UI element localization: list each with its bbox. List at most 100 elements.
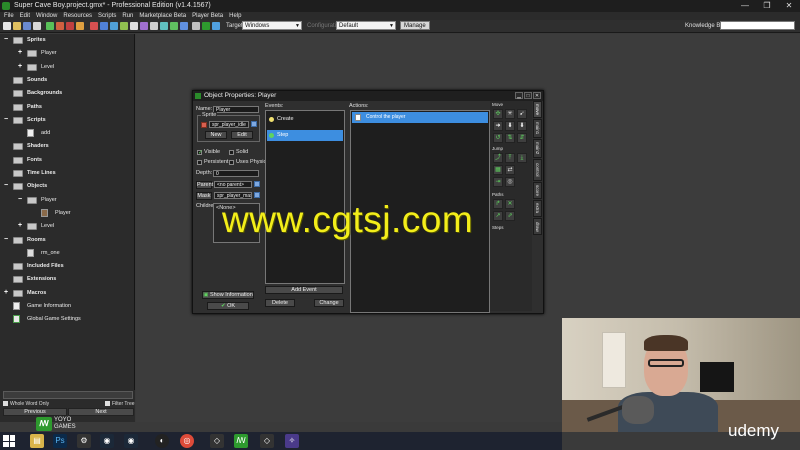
end-path-icon[interactable]: ✕ [505, 199, 515, 209]
path-position-icon[interactable]: ↗ [493, 211, 503, 221]
collapse-icon[interactable]: − [4, 35, 10, 45]
collapse-icon[interactable]: − [4, 235, 10, 245]
tab-move[interactable]: move [533, 101, 542, 118]
mask-picker-icon[interactable] [254, 192, 260, 198]
dialog-minimize-button[interactable]: ▁ [515, 92, 523, 99]
set-friction-icon[interactable]: ⇵ [517, 133, 527, 143]
sprite-field[interactable]: spr_player_idle [209, 121, 249, 128]
create-font-icon[interactable] [150, 22, 158, 30]
menu-item-player-beta[interactable]: Player Beta [192, 12, 223, 20]
reverse-vertical-icon[interactable]: ⇅ [505, 133, 515, 143]
tree-search-input[interactable] [3, 391, 133, 399]
move-free-icon[interactable]: ✳ [505, 109, 515, 119]
close-button[interactable]: ✕ [778, 0, 800, 12]
tab-draw[interactable]: draw [533, 218, 542, 235]
create-background-icon[interactable] [110, 22, 118, 30]
parent-picker-icon[interactable] [254, 181, 260, 187]
obs-icon[interactable]: ◐ [155, 434, 169, 448]
bounce-icon[interactable]: ◎ [505, 177, 515, 187]
menu-item-edit[interactable]: Edit [20, 12, 30, 20]
save-project-icon[interactable] [23, 22, 31, 30]
create-room-icon[interactable] [180, 22, 188, 30]
create-path-icon[interactable] [120, 22, 128, 30]
tab-main1[interactable]: main1 [533, 119, 542, 138]
minimize-button[interactable]: — [734, 0, 756, 12]
tab-main2[interactable]: main2 [533, 139, 542, 158]
run-icon[interactable] [46, 22, 54, 30]
file-explorer-icon[interactable]: ▤ [30, 434, 44, 448]
game-settings-icon[interactable] [192, 22, 200, 30]
open-project-icon[interactable] [13, 22, 21, 30]
tab-score[interactable]: score [533, 182, 542, 199]
align-to-grid-icon[interactable]: ▦ [493, 165, 503, 175]
maximize-button[interactable]: ❐ [756, 0, 778, 12]
name-field[interactable]: Player [213, 106, 259, 113]
expand-icon[interactable]: + [18, 48, 24, 58]
collapse-icon[interactable]: − [18, 195, 24, 205]
unity-alt-icon[interactable]: ◇ [260, 434, 274, 448]
jump-to-position-icon[interactable]: ⤴ [493, 153, 503, 163]
create-timeline-icon[interactable] [160, 22, 168, 30]
delete-event-button[interactable]: Delete [265, 299, 295, 307]
stop-icon[interactable] [66, 22, 74, 30]
windows-start-icon[interactable] [3, 435, 15, 447]
photoshop-icon[interactable]: Ps [53, 434, 67, 448]
path-speed-icon[interactable]: ⇗ [505, 211, 515, 221]
speed-vertical-icon[interactable]: ⬇ [505, 121, 515, 131]
expand-icon[interactable]: + [4, 288, 10, 298]
change-event-button[interactable]: Change [314, 299, 344, 307]
create-sound-icon[interactable] [100, 22, 108, 30]
solid-checkbox[interactable] [229, 150, 234, 155]
knowledge-base-input[interactable] [720, 21, 795, 30]
menu-item-file[interactable]: File [4, 12, 14, 20]
event-row-step[interactable]: Step [267, 130, 343, 141]
menu-item-marketplace-beta[interactable]: Marketplace Beta [139, 12, 186, 20]
create-sprite-icon[interactable] [90, 22, 98, 30]
tab-control[interactable]: control [533, 159, 542, 181]
uses-physics-checkbox[interactable] [229, 160, 234, 165]
menu-item-help[interactable]: Help [229, 12, 241, 20]
visible-checkbox[interactable] [197, 149, 203, 156]
help-icon[interactable] [212, 22, 220, 30]
steam-icon[interactable]: ◉ [100, 434, 114, 448]
target-select[interactable]: Windows ▼ [242, 21, 302, 30]
sprite-edit-button[interactable]: Edit [231, 131, 253, 139]
add-event-button[interactable]: Add Event [265, 286, 343, 294]
gamemaker-icon[interactable]: ꟿ [234, 434, 248, 448]
wrap-screen-icon[interactable]: ⇄ [505, 165, 515, 175]
menu-item-scripts[interactable]: Scripts [98, 12, 116, 20]
events-list[interactable]: Create Step [265, 110, 345, 284]
unity-icon[interactable]: ◇ [210, 434, 224, 448]
chrome-icon[interactable]: ◎ [180, 434, 194, 448]
jump-to-start-icon[interactable]: ⤒ [505, 153, 515, 163]
app-icon[interactable]: ⚙ [77, 434, 91, 448]
collapse-icon[interactable]: − [4, 181, 10, 191]
new-project-icon[interactable] [3, 22, 11, 30]
expand-icon[interactable]: + [18, 62, 24, 72]
create-object-icon[interactable] [170, 22, 178, 30]
dialog-close-button[interactable]: ✕ [533, 92, 541, 99]
speed-horizontal-icon[interactable]: ➜ [493, 121, 503, 131]
menu-item-run[interactable]: Run [122, 12, 133, 20]
set-path-icon[interactable]: ↱ [493, 199, 503, 209]
previous-button[interactable]: Previous [3, 408, 67, 416]
sprite-picker-icon[interactable] [251, 121, 257, 127]
move-towards-icon[interactable]: ➹ [517, 109, 527, 119]
depth-field[interactable]: 0 [213, 170, 259, 177]
menu-item-resources[interactable]: Resources [63, 12, 92, 20]
create-script-icon[interactable] [130, 22, 138, 30]
create-shader-icon[interactable] [140, 22, 148, 30]
steam-alt-icon[interactable]: ◉ [124, 434, 138, 448]
configuration-select[interactable]: Default ▼ [336, 21, 396, 30]
persistent-checkbox[interactable] [197, 160, 202, 165]
mask-field[interactable]: spr_player_mask [214, 192, 252, 199]
event-row-create[interactable]: Create [267, 114, 343, 125]
extensions-icon[interactable] [202, 22, 210, 30]
filter-tree-checkbox[interactable]: Filter Tree [105, 401, 135, 407]
mask-button[interactable]: Mask [196, 192, 212, 200]
dialog-maximize-button[interactable]: □ [524, 92, 532, 99]
tab-extra[interactable]: extra [533, 200, 542, 217]
parent-button[interactable]: Parent [196, 181, 213, 189]
create-executable-icon[interactable] [33, 22, 41, 30]
move-fixed-icon[interactable]: ✣ [493, 109, 503, 119]
